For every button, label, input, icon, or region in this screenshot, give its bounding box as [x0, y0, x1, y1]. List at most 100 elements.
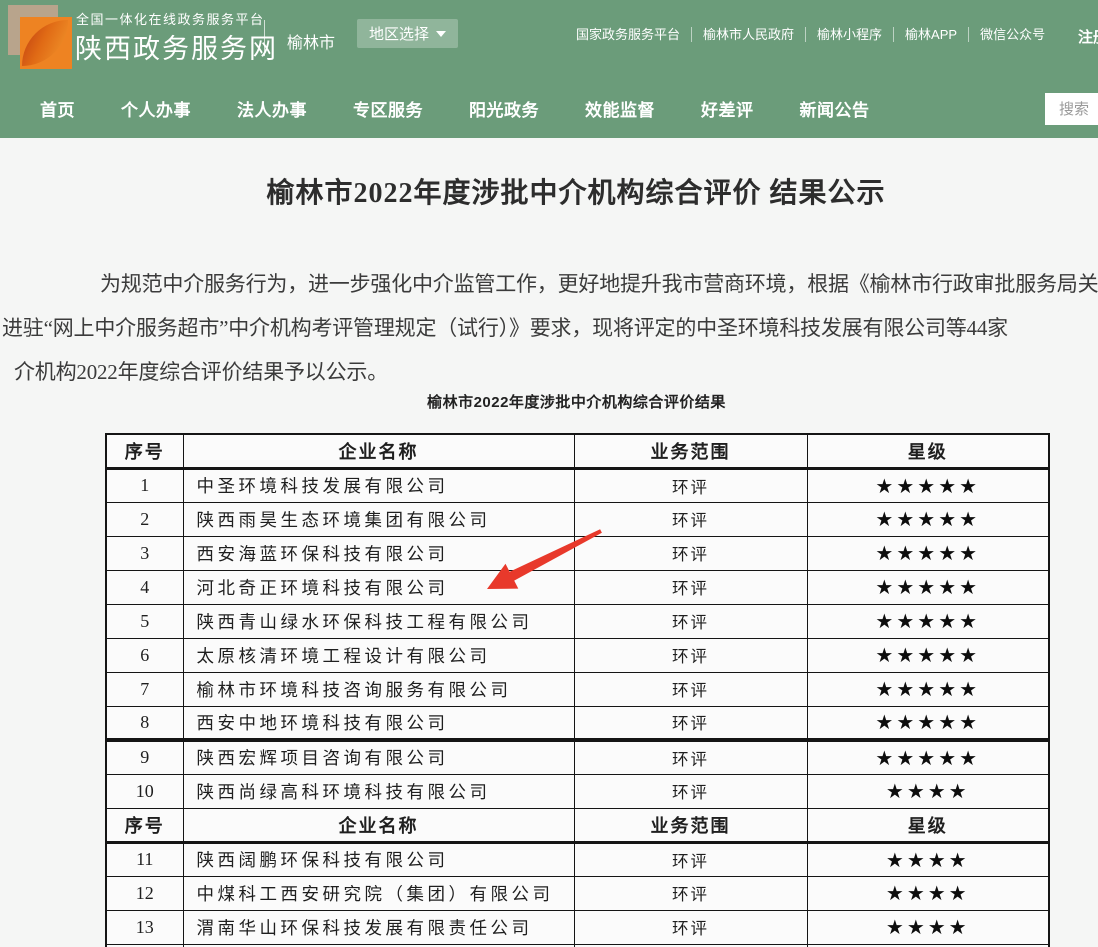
cell-stars: ★★★★★	[807, 468, 1049, 502]
cell-scope: 环评	[574, 910, 807, 944]
cell-scope: 环评	[574, 842, 807, 876]
cell-stars: ★★★★★	[807, 604, 1049, 638]
paragraph-line-2: 进驻“网上中介服务超市”中介机构考评管理规定（试行）》要求，现将评定的中圣环境科…	[2, 312, 1008, 342]
cell-stars: ★★★★★	[807, 638, 1049, 672]
cell-name: 陕西雨昊生态环境集团有限公司	[183, 502, 574, 536]
cell-name: 太原核清环境工程设计有限公司	[183, 638, 574, 672]
table-row: 11陕西阔鹏环保科技有限公司环评★★★★	[106, 842, 1049, 876]
table-row: 13渭南华山环保科技发展有限责任公司环评★★★★	[106, 910, 1049, 944]
cell-stars: ★★★★	[807, 774, 1049, 808]
table-row: 4河北奇正环境科技有限公司环评★★★★★	[106, 570, 1049, 604]
quick-link-4[interactable]: 榆林APP	[894, 27, 969, 42]
cell-name: 陕西阔鹏环保科技有限公司	[183, 842, 574, 876]
cell-stars: ★★★★★	[807, 502, 1049, 536]
cell-no: 8	[106, 706, 183, 740]
nav-item-5[interactable]: 阳光政务	[469, 96, 539, 121]
column-header-3: 业务范围	[574, 808, 807, 842]
site-name: 陕西政务服务网	[75, 27, 278, 66]
cell-no: 4	[106, 570, 183, 604]
cell-scope: 环评	[574, 876, 807, 910]
main-nav-items: 首页 个人办事 法人办事 专区服务 阳光政务 效能监督 好差评 新闻公告	[0, 96, 870, 121]
cell-scope: 环评	[574, 740, 807, 774]
cell-scope: 环评	[574, 570, 807, 604]
nav-item-8[interactable]: 新闻公告	[800, 96, 870, 121]
quick-link-2[interactable]: 榆林市人民政府	[692, 27, 806, 42]
register-link[interactable]: 注册	[1078, 26, 1098, 47]
nav-item-4[interactable]: 专区服务	[353, 96, 423, 121]
cell-scope: 环评	[574, 638, 807, 672]
logo-leaf-icon	[22, 20, 68, 66]
cell-scope: 环评	[574, 468, 807, 502]
cell-stars: ★★★★★	[807, 740, 1049, 774]
cell-scope: 环评	[574, 706, 807, 740]
platform-label: 全国一体化在线政务服务平台	[76, 9, 265, 28]
cell-stars: ★★★★	[807, 842, 1049, 876]
table-row: 10陕西尚绿高科环境科技有限公司环评★★★★	[106, 774, 1049, 808]
table-header-row: 序号企业名称业务范围星级	[106, 434, 1049, 468]
nav-item-7[interactable]: 好差评	[701, 96, 754, 121]
table-caption: 榆林市2022年度涉批中介机构综合评价结果	[105, 391, 1048, 412]
paragraph-line-3: 介机构2022年度综合评价结果予以公示。	[14, 356, 388, 386]
column-header-1: 序号	[106, 808, 183, 842]
table-row: 1中圣环境科技发展有限公司环评★★★★★	[106, 468, 1049, 502]
column-header-2: 企业名称	[183, 808, 574, 842]
table-header-row: 序号企业名称业务范围星级	[106, 808, 1049, 842]
table-row: 5陕西青山绿水环保科技工程有限公司环评★★★★★	[106, 604, 1049, 638]
cell-name: 河北奇正环境科技有限公司	[183, 570, 574, 604]
brand-divider	[264, 20, 265, 56]
column-header-4: 星级	[807, 808, 1049, 842]
cell-scope: 环评	[574, 604, 807, 638]
cell-name: 西安中地环境科技有限公司	[183, 706, 574, 740]
cell-no: 1	[106, 468, 183, 502]
nav-item-6[interactable]: 效能监督	[585, 96, 655, 121]
cell-no: 12	[106, 876, 183, 910]
header-quick-links: 国家政务服务平台榆林市人民政府榆林小程序榆林APP微信公众号	[565, 27, 1056, 42]
cell-scope: 环评	[574, 536, 807, 570]
cell-no: 6	[106, 638, 183, 672]
cell-name: 陕西青山绿水环保科技工程有限公司	[183, 604, 574, 638]
quick-link-3[interactable]: 榆林小程序	[806, 27, 894, 42]
current-city-label: 榆林市	[287, 29, 335, 53]
cell-scope: 环评	[574, 502, 807, 536]
column-header-4: 星级	[807, 434, 1049, 468]
table-row: 12中煤科工西安研究院（集团）有限公司环评★★★★	[106, 876, 1049, 910]
table-row: 6太原核清环境工程设计有限公司环评★★★★★	[106, 638, 1049, 672]
cell-stars: ★★★★★	[807, 672, 1049, 706]
cell-stars: ★★★★★	[807, 570, 1049, 604]
cell-no: 5	[106, 604, 183, 638]
region-selector-button[interactable]: 地区选择	[357, 19, 458, 48]
nav-item-3[interactable]: 法人办事	[237, 96, 307, 121]
cell-stars: ★★★★	[807, 910, 1049, 944]
cell-stars: ★★★★	[807, 876, 1049, 910]
cell-name: 陕西尚绿高科环境科技有限公司	[183, 774, 574, 808]
page-title: 榆林市2022年度涉批中介机构综合评价 结果公示	[0, 171, 1098, 211]
cell-name: 中煤科工西安研究院（集团）有限公司	[183, 876, 574, 910]
nav-item-1[interactable]: 首页	[40, 96, 75, 121]
cell-stars: ★★★★★	[807, 706, 1049, 740]
cell-name: 陕西宏辉项目咨询有限公司	[183, 740, 574, 774]
cell-scope: 环评	[574, 672, 807, 706]
announcement-page: 榆林市2022年度涉批中介机构综合评价 结果公示 为规范中介服务行为，进一步强化…	[0, 138, 1098, 947]
cell-name: 西安海蓝环保科技有限公司	[183, 536, 574, 570]
cell-stars: ★★★★★	[807, 536, 1049, 570]
cell-name: 中圣环境科技发展有限公司	[183, 468, 574, 502]
search-input[interactable]	[1045, 93, 1098, 125]
quick-link-5[interactable]: 微信公众号	[969, 27, 1056, 42]
main-nav: 首页 个人办事 法人办事 专区服务 阳光政务 效能监督 好差评 新闻公告	[0, 78, 1098, 138]
table-row: 8西安中地环境科技有限公司环评★★★★★	[106, 706, 1049, 740]
column-header-2: 企业名称	[183, 434, 574, 468]
logo-orange-square	[20, 17, 72, 69]
site-logo[interactable]	[8, 5, 74, 71]
table-row: 3西安海蓝环保科技有限公司环评★★★★★	[106, 536, 1049, 570]
cell-no: 10	[106, 774, 183, 808]
table-row: 7榆林市环境科技咨询服务有限公司环评★★★★★	[106, 672, 1049, 706]
cell-no: 13	[106, 910, 183, 944]
quick-link-1[interactable]: 国家政务服务平台	[565, 27, 692, 42]
paragraph-line-1: 为规范中介服务行为，进一步强化中介监管工作，更好地提升我市营商环境，根据《榆林市…	[100, 268, 1098, 298]
results-table: 序号企业名称业务范围星级1中圣环境科技发展有限公司环评★★★★★2陕西雨昊生态环…	[105, 433, 1050, 947]
chevron-down-icon	[436, 31, 446, 37]
cell-no: 2	[106, 502, 183, 536]
nav-item-2[interactable]: 个人办事	[121, 96, 191, 121]
table-row: 2陕西雨昊生态环境集团有限公司环评★★★★★	[106, 502, 1049, 536]
column-header-1: 序号	[106, 434, 183, 468]
